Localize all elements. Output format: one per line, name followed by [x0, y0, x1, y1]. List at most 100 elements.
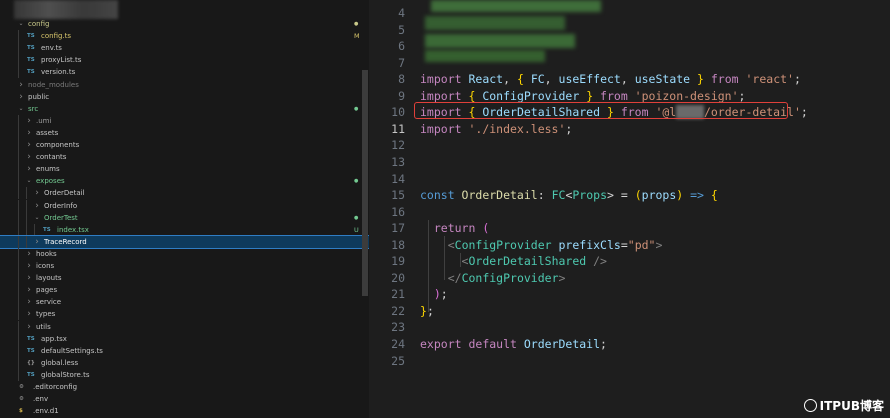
tree-folder[interactable]: › utils [0, 320, 369, 333]
chevron-right-icon[interactable]: › [25, 115, 33, 127]
tree-folder[interactable]: › types [0, 308, 369, 321]
git-status-badge: M [354, 32, 360, 41]
code-line[interactable]: 19 <OrderDetailShared /> [369, 253, 890, 270]
tree-folder[interactable]: › hooks [0, 247, 369, 260]
chevron-down-icon[interactable]: ⌄ [25, 175, 33, 187]
chevron-right-icon[interactable]: › [33, 187, 41, 199]
code-token: ConfigProvider [454, 237, 552, 252]
tree-file[interactable]: TS config.ts M [0, 30, 369, 43]
tree-folder[interactable]: › pages [0, 284, 369, 297]
chevron-right-icon[interactable]: › [33, 200, 41, 212]
code-line[interactable]: 16 [369, 204, 890, 221]
code-text: <ConfigProvider prefixCls="pd"> [420, 237, 663, 254]
chevron-right-icon[interactable]: › [33, 236, 41, 248]
code-line[interactable]: 18 <ConfigProvider prefixCls="pd"> [369, 237, 890, 254]
indent-guide [18, 308, 19, 321]
chevron-right-icon[interactable]: › [25, 260, 33, 272]
code-token: > [655, 237, 663, 252]
code-token: } [420, 303, 427, 318]
redacted-comment [425, 50, 545, 62]
tree-file[interactable]: TS globalStore.ts [0, 368, 369, 381]
chevron-right-icon[interactable]: › [25, 139, 33, 151]
chevron-right-icon[interactable]: › [25, 321, 33, 333]
code-token: ( [482, 221, 490, 236]
indent-guide [18, 344, 19, 357]
code-text: }; [420, 303, 434, 320]
git-status-badge: ● [354, 105, 359, 112]
code-line[interactable]: 15 const OrderDetail: FC<Props> = (props)… [369, 187, 890, 204]
tree-folder[interactable]: › TraceRecord [0, 234, 369, 249]
code-line[interactable]: 13 [369, 154, 890, 171]
sidebar-scrollbar[interactable] [362, 70, 368, 296]
chevron-right-icon[interactable]: › [25, 284, 33, 296]
chevron-right-icon[interactable]: › [17, 79, 25, 91]
chevron-right-icon[interactable]: › [25, 127, 33, 139]
code-line[interactable]: 23 [369, 319, 890, 336]
chevron-right-icon[interactable]: › [25, 272, 33, 284]
tree-folder[interactable]: ⌄ OrderTest ● [0, 211, 369, 224]
tree-folder[interactable]: › assets [0, 126, 369, 139]
tree-item-label: exposes [36, 177, 65, 186]
code-line[interactable]: 22}; [369, 303, 890, 320]
code-line[interactable]: 25 [369, 353, 890, 370]
chevron-right-icon[interactable]: › [25, 308, 33, 320]
code-line[interactable]: 11 import './index.less'; [369, 121, 890, 138]
tree-folder[interactable]: › public [0, 91, 369, 103]
code-line[interactable]: 24 export default OrderDetail; [369, 336, 890, 353]
line-number: 11 [391, 121, 405, 136]
tree-folder[interactable]: › node_modules [0, 79, 369, 91]
highlight-annotation-box [414, 102, 788, 119]
tree-folder[interactable]: ⌄ src ● [0, 103, 369, 115]
indent-guide [18, 223, 19, 236]
tree-file[interactable]: TS proxyList.ts [0, 54, 369, 67]
tree-folder[interactable]: › contants [0, 151, 369, 164]
chevron-right-icon[interactable]: › [17, 91, 25, 103]
code-token: ; [793, 72, 801, 87]
tree-folder[interactable]: › OrderDetail [0, 187, 369, 200]
chevron-down-icon[interactable]: ⌄ [17, 18, 25, 30]
tree-file[interactable]: ⚙ .env [0, 393, 369, 405]
tree-file[interactable]: {} global.less [0, 356, 369, 369]
tree-folder[interactable]: › OrderInfo [0, 199, 369, 212]
tree-folder[interactable]: ⌄ config ● [0, 18, 369, 30]
chevron-down-icon[interactable]: ⌄ [33, 212, 41, 224]
tree-folder[interactable]: › components [0, 139, 369, 151]
code-line[interactable]: 17 return ( [369, 220, 890, 237]
chevron-right-icon[interactable]: › [25, 163, 33, 175]
tree-file[interactable]: TS env.ts [0, 42, 369, 55]
tree-folder[interactable]: › service [0, 296, 369, 309]
code-token: ; [738, 88, 746, 103]
tree-item-label: OrderTest [44, 213, 78, 222]
chevron-right-icon[interactable]: › [25, 151, 33, 163]
tree-file[interactable]: TS index.tsx U [0, 223, 369, 236]
tree-file[interactable]: TS version.ts [0, 66, 369, 79]
tree-folder[interactable]: ⌄ exposes ● [0, 175, 369, 188]
tree-folder[interactable]: › .umi [0, 114, 369, 127]
code-line[interactable]: 14 [369, 171, 890, 188]
indent-guide [18, 296, 19, 309]
code-line[interactable]: 12 [369, 137, 890, 154]
code-token: React [468, 72, 504, 87]
tree-file[interactable]: $ .env.d1 [0, 405, 369, 417]
code-editor[interactable]: 4 5 6 7 8 import React, { FC, useEffect, useS… [369, 0, 890, 418]
tree-folder[interactable]: › enums [0, 163, 369, 176]
code-line[interactable]: 21 ); [369, 286, 890, 303]
tree-folder[interactable]: › icons [0, 260, 369, 272]
tree-folder[interactable]: › layouts [0, 272, 369, 285]
code-line[interactable]: 8 import React, { FC, useEffect, useState… [369, 71, 890, 88]
tree-file[interactable]: ⚙ .editorconfig [0, 381, 369, 393]
tree-file[interactable]: TS defaultSettings.ts [0, 344, 369, 357]
chevron-right-icon[interactable]: › [25, 296, 33, 308]
indent-guide [18, 211, 19, 224]
tree-item-label: components [36, 141, 80, 149]
chevron-right-icon[interactable]: › [25, 248, 33, 260]
chevron-down-icon[interactable]: ⌄ [17, 103, 25, 115]
code-token: /> [586, 254, 607, 269]
blurred-project-title [14, 0, 118, 19]
tree-file[interactable]: TS app.tsx [0, 332, 369, 345]
code-line[interactable]: 20 </ConfigProvider> [369, 270, 890, 287]
git-status-badge: ● [354, 178, 359, 185]
typescript-file-icon: TS [43, 226, 51, 233]
code-token: props [641, 188, 677, 203]
